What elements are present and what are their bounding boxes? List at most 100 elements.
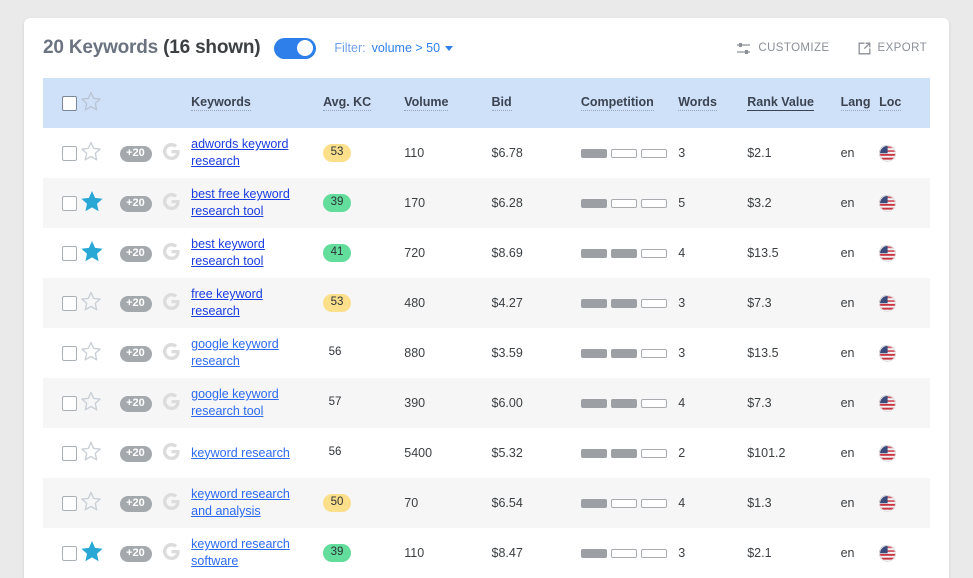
table-row[interactable]: +20 best keyword research tool 41 720 $8…: [43, 228, 930, 278]
header-volume-label[interactable]: Volume: [404, 95, 449, 111]
star-filled-icon[interactable]: [80, 190, 121, 216]
header-select-all: [43, 78, 80, 128]
star-outline-icon[interactable]: [80, 491, 121, 515]
add-keywords-pill[interactable]: +20: [120, 195, 152, 212]
row-checkbox[interactable]: [62, 445, 77, 461]
row-checkbox[interactable]: [62, 245, 77, 261]
rank-value: $101.2: [747, 446, 786, 460]
us-flag-icon: [879, 244, 897, 262]
row-loc-cell: [879, 278, 930, 328]
competition-segment: [610, 448, 637, 458]
row-plus-cell: +20: [120, 328, 163, 378]
star-outline-icon[interactable]: [80, 341, 121, 365]
filter-toggle[interactable]: [274, 37, 317, 59]
table-row[interactable]: +20 google keyword research tool 57 390 …: [43, 378, 930, 428]
bid-value: $6.00: [491, 396, 523, 410]
add-keywords-pill[interactable]: +20: [120, 545, 152, 562]
star-outline-icon[interactable]: [80, 441, 121, 465]
google-icon[interactable]: [162, 142, 191, 163]
rank-value: $2.1: [747, 546, 772, 560]
header-avg-kc-label[interactable]: Avg. KC: [323, 95, 372, 111]
select-all-checkbox[interactable]: [62, 95, 77, 111]
competition-bar: [580, 548, 678, 558]
row-competition-cell: [580, 128, 678, 178]
keyword-link[interactable]: keyword research: [191, 446, 290, 460]
google-icon[interactable]: [162, 192, 191, 213]
table-row[interactable]: +20 keyword research and analysis 50 70 …: [43, 478, 930, 528]
add-keywords-pill[interactable]: +20: [120, 445, 152, 462]
volume-value: 5400: [404, 446, 433, 460]
volume-value: 880: [404, 346, 426, 360]
rank-value: $7.3: [747, 296, 772, 310]
google-icon[interactable]: [162, 442, 191, 463]
table-row[interactable]: +20 google keyword research 56 880 $3.59…: [43, 328, 930, 378]
volume-value: 480: [404, 296, 426, 310]
header-keywords-label[interactable]: Keywords: [191, 95, 251, 111]
table-row[interactable]: +20 free keyword research 53 480 $4.27 3…: [43, 278, 930, 328]
keyword-link[interactable]: free keyword research: [191, 287, 263, 318]
star-outline-icon[interactable]: [80, 291, 121, 315]
add-keywords-pill[interactable]: +20: [120, 345, 152, 362]
header-loc-label[interactable]: Loc: [879, 95, 902, 111]
google-icon[interactable]: [162, 492, 191, 513]
google-icon[interactable]: [162, 292, 191, 313]
header-competition-label[interactable]: Competition: [580, 95, 654, 111]
card-header: 20 Keywords (16 shown) Filter: volume > …: [24, 18, 949, 78]
add-keywords-pill[interactable]: +20: [120, 295, 152, 312]
row-plus-cell: +20: [120, 428, 163, 478]
row-checkbox[interactable]: [62, 495, 77, 511]
google-icon[interactable]: [162, 392, 191, 413]
header-bid-label[interactable]: Bid: [491, 95, 512, 111]
table-row[interactable]: +20 best free keyword research tool 39 1…: [43, 178, 930, 228]
table-row[interactable]: +20 keyword research software 39 110 $8.…: [43, 528, 930, 578]
row-checkbox[interactable]: [62, 195, 77, 211]
row-checkbox[interactable]: [62, 145, 77, 161]
add-keywords-pill[interactable]: +20: [120, 495, 152, 512]
keywords-table: Keywords Avg. KC Volume Bid Competition: [43, 78, 930, 578]
header-lang-label[interactable]: Lang: [840, 95, 871, 111]
row-bid-cell: $3.59: [492, 328, 581, 378]
add-keywords-pill[interactable]: +20: [120, 395, 152, 412]
keyword-link[interactable]: best free keyword research tool: [191, 187, 290, 218]
row-bid-cell: $8.47: [492, 528, 581, 578]
google-icon[interactable]: [162, 242, 191, 263]
row-checkbox[interactable]: [62, 545, 77, 561]
row-select-cell: [43, 378, 80, 428]
google-icon[interactable]: [162, 542, 191, 563]
competition-segment: [610, 548, 637, 558]
competition-segment: [580, 148, 607, 158]
star-outline-icon[interactable]: [80, 391, 121, 415]
row-checkbox[interactable]: [62, 395, 77, 411]
keyword-link[interactable]: best keyword research tool: [191, 237, 265, 268]
row-select-cell: [43, 128, 80, 178]
row-volume-cell: 170: [404, 178, 491, 228]
google-icon[interactable]: [162, 342, 191, 363]
row-loc-cell: [879, 178, 930, 228]
keyword-link[interactable]: google keyword research tool: [191, 387, 279, 418]
star-outline-icon[interactable]: [80, 141, 121, 165]
row-checkbox[interactable]: [62, 345, 77, 361]
row-checkbox[interactable]: [62, 295, 77, 311]
add-keywords-pill[interactable]: +20: [120, 245, 152, 262]
keyword-link[interactable]: google keyword research: [191, 337, 279, 368]
rank-value: $2.1: [747, 146, 772, 160]
header-words-label[interactable]: Words: [678, 95, 717, 111]
lang-value: en: [840, 296, 855, 310]
filter-dropdown[interactable]: Filter: volume > 50: [334, 41, 454, 55]
row-keyword-cell: google keyword research: [191, 328, 323, 378]
row-words-cell: 3: [678, 328, 747, 378]
table-row[interactable]: +20 adwords keyword research 53 110 $6.7…: [43, 128, 930, 178]
row-star-cell: [80, 478, 121, 528]
add-keywords-pill[interactable]: +20: [120, 145, 152, 162]
star-outline-icon[interactable]: [80, 91, 121, 115]
keyword-link[interactable]: keyword research and analysis: [191, 487, 290, 518]
keyword-link[interactable]: keyword research software: [191, 537, 290, 568]
table-header-row: Keywords Avg. KC Volume Bid Competition: [43, 78, 930, 128]
table-row[interactable]: +20 keyword research 56 5400 $5.32 2 $10…: [43, 428, 930, 478]
customize-button[interactable]: CUSTOMIZE: [736, 42, 829, 55]
keyword-link[interactable]: adwords keyword research: [191, 137, 288, 168]
header-rank-value-label[interactable]: Rank Value: [747, 95, 814, 111]
export-button[interactable]: EXPORT: [858, 42, 927, 55]
star-filled-icon[interactable]: [80, 240, 121, 266]
star-filled-icon[interactable]: [80, 540, 121, 566]
